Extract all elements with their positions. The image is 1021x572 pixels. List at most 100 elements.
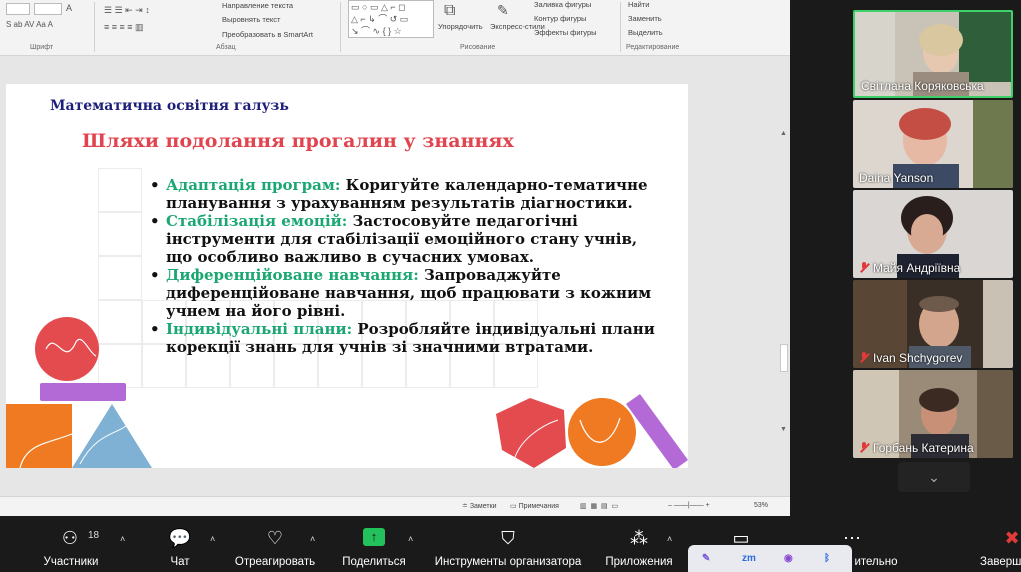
participants-count: 18 xyxy=(88,530,100,541)
react-button[interactable]: ♡ Отреагировать xyxy=(230,516,320,572)
caret-up-icon[interactable]: ˄ xyxy=(667,534,672,544)
taskbar-tray-popup: ✎ zm ◉ ᛒ xyxy=(688,545,852,572)
notes-label: Заметки xyxy=(469,503,497,510)
bullet-heading: Диференційоване навчання: xyxy=(166,266,419,284)
bullet-item: • Диференційоване навчання: Запроваджуйт… xyxy=(148,266,658,320)
participant-tile[interactable]: Ivan Shchygorev xyxy=(853,280,1013,368)
ribbon-separator xyxy=(340,2,341,52)
zoom-slider[interactable]: – ——|—— + xyxy=(668,502,710,509)
participant-name: Daina Yanson xyxy=(859,171,934,185)
bullet-dot: • xyxy=(150,212,160,230)
shapes-gallery[interactable]: ▭ ○ ▭ △ ⌐ ◻ △ ⌐ ↳ ⌒ ↺ ▭ ↘ ⌒ ∿ { } ☆ xyxy=(348,0,434,38)
status-bar: ≐ Заметки ▭ Примечания ▥ ▦ ▤ ▭ – ——|—— +… xyxy=(0,496,790,516)
gallery-scroll-down-button[interactable]: ⌄ xyxy=(898,462,970,492)
comments-button[interactable]: ▭ Примечания xyxy=(510,502,559,510)
participant-tile[interactable]: Майя Андріївна xyxy=(853,190,1013,278)
apps-icon: ⁂ xyxy=(630,528,648,548)
slide-title: Шляхи подолання прогалин у знаннях xyxy=(82,130,514,152)
view-buttons[interactable]: ▥ ▦ ▤ ▭ xyxy=(580,502,618,510)
close-icon: ✖ xyxy=(1004,528,1020,548)
slide[interactable]: Математична освітня галузь Шляхи подолан… xyxy=(6,84,688,468)
participants-gallery: Світлана Коряковська Daina Yanson Майя А… xyxy=(790,0,1021,516)
arrange-button[interactable]: Упорядочить xyxy=(438,22,483,31)
arrange-icon[interactable]: ⧉ xyxy=(444,2,455,20)
editing-group-label: Редактирование xyxy=(626,44,680,51)
host-tools-label: Инструменты организатора xyxy=(434,556,582,568)
scroll-up-icon[interactable]: ▲ xyxy=(780,130,787,137)
text-direction-button[interactable]: Направление текста xyxy=(222,1,293,10)
align-text-button[interactable]: Выровнять текст xyxy=(222,15,280,24)
bluetooth-icon[interactable]: ᛒ xyxy=(824,553,830,564)
smartart-button[interactable]: Преобразовать в SmartArt xyxy=(222,30,313,39)
participants-label: Участники xyxy=(43,556,99,568)
chat-label: Чат xyxy=(170,556,190,568)
bullet-item: • Стабілізація емоцій: Застосовуйте педа… xyxy=(148,212,658,266)
share-screen-icon: ↑ xyxy=(363,528,385,546)
chat-icon: 💬 xyxy=(168,528,192,548)
apps-button[interactable]: ⁂ Приложения xyxy=(600,516,678,572)
participant-name-text: Горбань Катерина xyxy=(873,441,974,455)
participants-icon: ⚇ xyxy=(61,528,79,548)
participant-name: Майя Андріївна xyxy=(859,261,960,275)
align-icons[interactable]: ≡ ≡ ≡ ≡ ▥ xyxy=(104,22,144,33)
participant-name-text: Майя Андріївна xyxy=(873,261,961,275)
caret-up-icon[interactable]: ˄ xyxy=(210,534,215,544)
participant-name-text: Ivan Shchygorev xyxy=(873,351,963,365)
caret-up-icon[interactable]: ˄ xyxy=(310,534,315,544)
slide-category: Математична освітня галузь xyxy=(50,98,289,114)
bullet-dot: • xyxy=(150,266,160,284)
pen-icon[interactable]: ✎ xyxy=(702,553,710,564)
decor-shapes-right xyxy=(496,394,688,468)
chat-button[interactable]: 💬 Чат xyxy=(158,516,202,572)
bullet-heading: Адаптація програм: xyxy=(166,176,341,194)
mic-muted-icon xyxy=(859,352,869,363)
shape-fill-button[interactable]: Заливка фигуры xyxy=(534,0,591,9)
host-tools-button[interactable]: ⛉ Инструменты организатора xyxy=(428,516,588,572)
grid-cell xyxy=(98,212,142,256)
grid-cell xyxy=(98,256,142,300)
caret-up-icon[interactable]: ˄ xyxy=(408,534,413,544)
replace-button[interactable]: Заменить xyxy=(628,14,662,23)
end-label: Заверш xyxy=(980,556,1021,568)
font-grow-icon[interactable]: A xyxy=(66,3,72,13)
find-button[interactable]: Найти xyxy=(628,0,649,9)
scroll-down-icon[interactable]: ▼ xyxy=(780,426,787,433)
meeting-toolbar: ⚇ 18 Участники ˄ 💬 Чат ˄ ♡ Отреагировать… xyxy=(0,516,1021,572)
notes-button[interactable]: ≐ Заметки xyxy=(462,502,497,510)
font-format-icons[interactable]: S ab AV Aa A xyxy=(6,20,53,29)
screen: A S ab AV Aa A Шрифт ☰ ☰ ⇤ ⇥ ↕ ≡ ≡ ≡ ≡ ▥… xyxy=(0,0,1021,572)
slide-scrollbar[interactable]: ▲ ▼ xyxy=(778,130,790,496)
shape-effects-button[interactable]: Эффекты фигуры xyxy=(534,28,597,37)
participant-name: Світлана Коряковська xyxy=(861,79,984,93)
ribbon-separator xyxy=(620,2,621,52)
zoom-level[interactable]: 53% xyxy=(754,502,768,509)
zoom-app-icon[interactable]: zm xyxy=(742,553,756,564)
caret-up-icon[interactable]: ˄ xyxy=(120,534,125,544)
heart-icon: ♡ xyxy=(266,528,284,548)
slide-editor: Математична освітня галузь Шляхи подолан… xyxy=(0,56,790,496)
ribbon: A S ab AV Aa A Шрифт ☰ ☰ ⇤ ⇥ ↕ ≡ ≡ ≡ ≡ ▥… xyxy=(0,0,790,56)
chevron-down-icon: ⌄ xyxy=(928,469,940,485)
shape-outline-button[interactable]: Контур фигуры xyxy=(534,14,586,23)
bullet-dot: • xyxy=(150,176,160,194)
participants-button[interactable]: ⚇ 18 Участники xyxy=(36,516,106,572)
mic-muted-icon xyxy=(859,442,869,453)
messenger-icon[interactable]: ◉ xyxy=(784,553,793,564)
bullet-heading: Стабілізація емоцій: xyxy=(166,212,348,230)
paragraph-group-label: Абзац xyxy=(216,44,236,51)
react-label: Отреагировать xyxy=(234,556,316,568)
scrollbar-thumb[interactable] xyxy=(780,344,788,372)
participant-tile[interactable]: Горбань Катерина xyxy=(853,370,1013,458)
font-name-box[interactable] xyxy=(6,3,30,15)
quick-styles-icon[interactable]: ✎ xyxy=(497,2,509,19)
participant-tile[interactable]: Світлана Коряковська xyxy=(853,10,1013,98)
font-size-box[interactable] xyxy=(34,3,62,15)
end-meeting-button[interactable]: ✖ Заверш xyxy=(976,516,1021,572)
participant-tile[interactable]: Daina Yanson xyxy=(853,100,1013,188)
shield-icon: ⛉ xyxy=(501,528,515,548)
font-group-label: Шрифт xyxy=(30,44,54,51)
list-icons[interactable]: ☰ ☰ ⇤ ⇥ ↕ xyxy=(104,5,150,16)
share-screen-button[interactable]: ↑ Поделиться xyxy=(336,516,412,572)
select-button[interactable]: Выделить xyxy=(628,28,663,37)
ribbon-separator xyxy=(94,2,95,52)
